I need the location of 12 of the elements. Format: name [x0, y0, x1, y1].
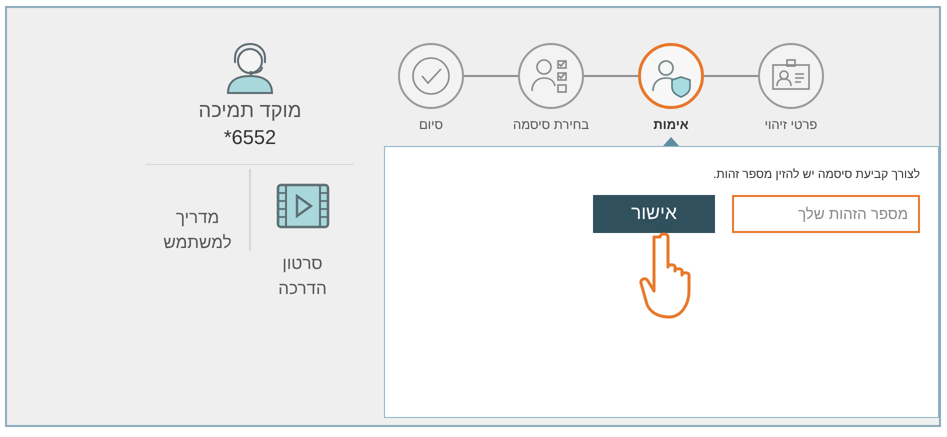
resource-link[interactable]: סרטון הדרכה [262, 251, 342, 301]
step-label: סיום [418, 116, 444, 134]
resource-link[interactable]: מדריך למשתמש [158, 205, 238, 255]
film-play-icon [274, 183, 330, 229]
support-phone: *6552 [224, 127, 276, 150]
step-label: אימות [653, 116, 689, 134]
step-label: בחירת סיסמה [512, 116, 590, 134]
id-number-field[interactable]: מספר הזהות שלך [732, 195, 920, 233]
instruction-text: לצורך קביעת סיסמה יש להזין מספר זהות. [712, 167, 920, 181]
confirm-button[interactable]: אישור [593, 195, 715, 233]
support-title: מוקד תמיכה [198, 100, 302, 123]
step-label: פרטי זיהוי [764, 116, 818, 134]
